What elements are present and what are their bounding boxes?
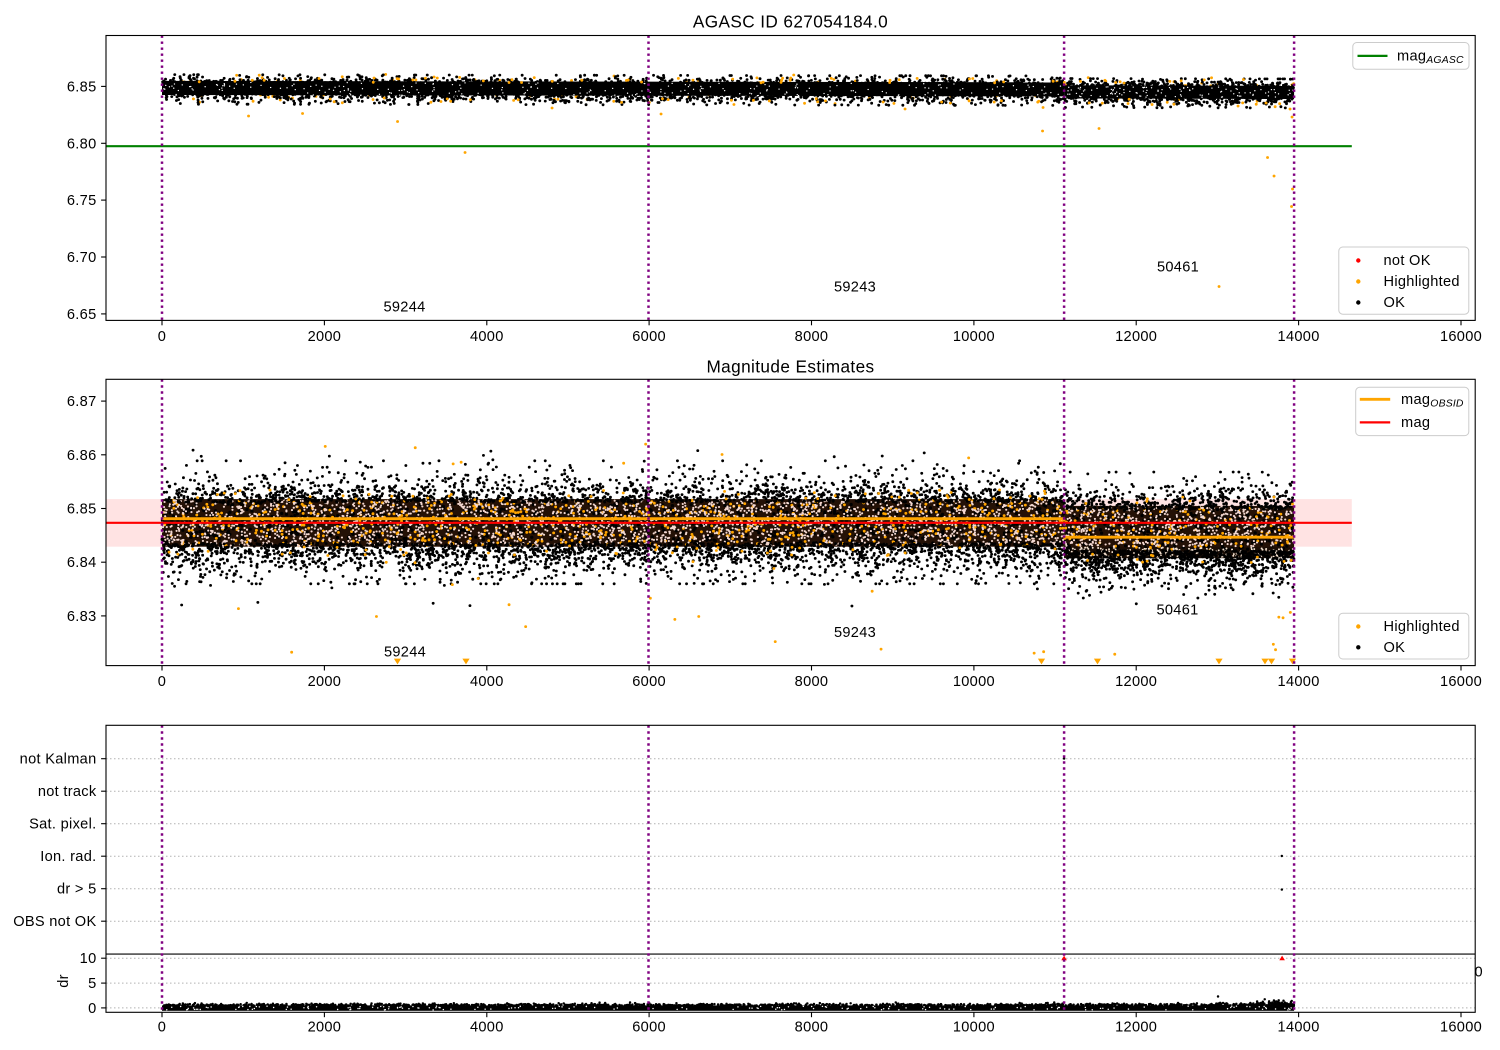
svg-text:OBS not OK: OBS not OK: [13, 914, 96, 930]
svg-text:2000: 2000: [308, 1019, 342, 1035]
svg-text:6.83: 6.83: [67, 609, 97, 625]
svg-text:12000: 12000: [1115, 329, 1157, 345]
svg-text:OK: OK: [1384, 295, 1406, 311]
svg-text:Ion. rad.: Ion. rad.: [40, 849, 96, 865]
svg-text:not track: not track: [38, 784, 97, 800]
svg-text:6.70: 6.70: [67, 250, 97, 266]
svg-text:0: 0: [158, 1019, 166, 1035]
svg-text:6.85: 6.85: [67, 502, 97, 518]
svg-text:not OK: not OK: [1384, 253, 1431, 269]
svg-text:2000: 2000: [308, 674, 342, 690]
svg-text:Highlighted: Highlighted: [1384, 619, 1460, 635]
svg-text:6.85: 6.85: [67, 79, 97, 95]
svg-text:0: 0: [158, 329, 166, 345]
svg-text:6.87: 6.87: [67, 394, 97, 410]
svg-text:mag: mag: [1401, 415, 1430, 431]
svg-text:4000: 4000: [470, 1019, 504, 1035]
svg-text:6.75: 6.75: [67, 193, 97, 209]
svg-text:6.80: 6.80: [67, 136, 97, 152]
svg-text:14000: 14000: [1278, 1019, 1320, 1035]
svg-text:59243: 59243: [834, 280, 876, 296]
svg-text:5: 5: [88, 976, 96, 992]
svg-text:10: 10: [80, 951, 97, 967]
svg-text:4000: 4000: [470, 674, 504, 690]
svg-text:10000: 10000: [953, 674, 995, 690]
svg-text:12000: 12000: [1115, 1019, 1157, 1035]
svg-text:8000: 8000: [795, 1019, 829, 1035]
svg-text:14000: 14000: [1278, 674, 1320, 690]
svg-text:0: 0: [88, 1001, 96, 1017]
svg-text:12000: 12000: [1115, 674, 1157, 690]
svg-text:14000: 14000: [1278, 329, 1320, 345]
svg-text:0: 0: [158, 674, 166, 690]
svg-text:2000: 2000: [308, 329, 342, 345]
svg-text:16000: 16000: [1440, 329, 1482, 345]
svg-text:50461: 50461: [1157, 259, 1199, 275]
svg-text:10000: 10000: [953, 1019, 995, 1035]
svg-text:not Kalman: not Kalman: [20, 752, 97, 768]
svg-text:6.84: 6.84: [67, 555, 97, 571]
svg-text:16000: 16000: [1440, 674, 1482, 690]
svg-text:59244: 59244: [384, 645, 426, 661]
svg-text:6.65: 6.65: [67, 307, 97, 323]
svg-text:Highlighted: Highlighted: [1384, 274, 1460, 290]
svg-text:dr > 5: dr > 5: [57, 882, 97, 898]
svg-text:6000: 6000: [632, 674, 666, 690]
svg-text:OK: OK: [1384, 640, 1406, 656]
svg-text:50461: 50461: [1156, 603, 1198, 619]
svg-text:8000: 8000: [795, 329, 829, 345]
svg-text:16000: 16000: [1440, 1019, 1482, 1035]
svg-text:6000: 6000: [632, 1019, 666, 1035]
svg-text:0: 0: [1474, 965, 1482, 981]
svg-text:Sat. pixel.: Sat. pixel.: [29, 817, 96, 833]
svg-text:59243: 59243: [834, 625, 876, 641]
svg-text:6000: 6000: [632, 329, 666, 345]
svg-text:6.86: 6.86: [67, 448, 97, 464]
svg-text:8000: 8000: [795, 674, 829, 690]
svg-text:dr: dr: [56, 974, 72, 988]
svg-text:10000: 10000: [953, 329, 995, 345]
svg-text:AGASC ID 627054184.0: AGASC ID 627054184.0: [693, 11, 888, 31]
svg-text:59244: 59244: [383, 300, 425, 316]
svg-text:Magnitude Estimates: Magnitude Estimates: [706, 357, 874, 377]
svg-text:4000: 4000: [470, 329, 504, 345]
